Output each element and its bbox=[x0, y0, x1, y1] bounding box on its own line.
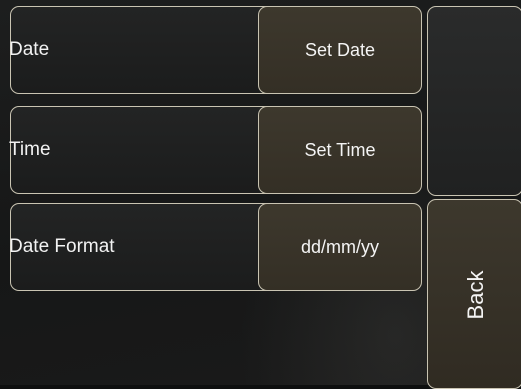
side-panel-top bbox=[427, 6, 521, 196]
time-label: Time bbox=[9, 139, 51, 160]
back-button[interactable]: Back bbox=[427, 199, 521, 389]
set-time-button[interactable]: Set Time bbox=[258, 106, 422, 194]
date-format-button[interactable]: dd/mm/yy bbox=[258, 203, 422, 291]
set-date-button[interactable]: Set Date bbox=[258, 6, 422, 94]
settings-screen: Date Set Date Time Set Time Date Format … bbox=[0, 0, 521, 389]
date-label: Date bbox=[9, 39, 50, 60]
back-label: Back bbox=[463, 270, 488, 320]
date-format-label: Date Format bbox=[9, 236, 115, 257]
